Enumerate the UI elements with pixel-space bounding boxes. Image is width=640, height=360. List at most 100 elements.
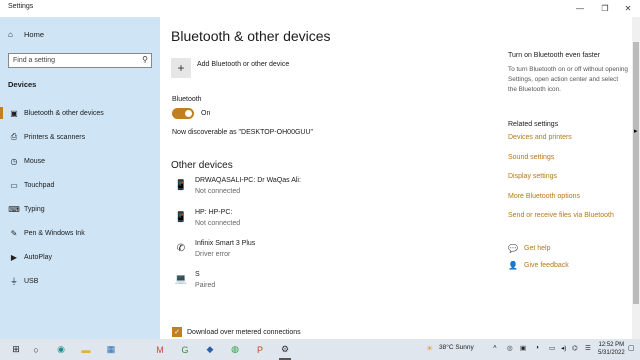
scrollbar[interactable] xyxy=(632,17,640,339)
taskbar: ⊞ ○ ◉ ▬ ▦ M G ◆ ◍ P ⚙ ☀ 38°C Sunny ˄ ◎ ▣ ◑ ▭ ◂) ⌬ … xyxy=(0,339,640,360)
phone-icon: 📱 xyxy=(174,180,188,191)
related-link[interactable]: Send or receive files via Bluetooth xyxy=(508,212,614,219)
sidebar-item-bluetooth-devices[interactable]: ▣ Bluetooth & other devices xyxy=(0,104,160,122)
help-icon: 💬 xyxy=(508,244,518,253)
settings-icon[interactable]: ⚙ xyxy=(277,342,293,360)
device-name: DRWAQASALI-PC: Dr WaQas Ali: xyxy=(195,177,301,184)
sidebar-item-touchpad[interactable]: ▭ Touchpad xyxy=(0,176,160,194)
toggle-knob xyxy=(185,110,192,117)
sidebar-item-label: Pen & Windows Ink xyxy=(24,229,85,237)
tray-app-icon[interactable]: ◑ xyxy=(535,344,539,351)
bluetooth-devices-icon: ▣ xyxy=(10,108,18,118)
device-item[interactable]: 📱 DRWAQASALI-PC: Dr WaQas Ali: Not connect… xyxy=(172,177,332,201)
related-link[interactable]: Devices and printers xyxy=(508,134,572,141)
related-link[interactable]: Display settings xyxy=(508,173,557,180)
device-status: Paired xyxy=(195,282,216,289)
get-help-label: Get help xyxy=(524,245,551,252)
mail-icon[interactable]: M xyxy=(152,342,168,357)
store-icon[interactable]: ▦ xyxy=(103,342,119,357)
autoplay-icon: ▶ xyxy=(10,252,18,262)
pen-icon: ✎ xyxy=(10,228,18,238)
tray-app-icon[interactable]: ▣ xyxy=(520,344,526,352)
maximize-button[interactable]: ❐ xyxy=(593,0,617,17)
metered-checkbox-row[interactable]: ✓ Download over metered connections xyxy=(172,327,301,337)
powerpoint-icon[interactable]: P xyxy=(252,342,268,357)
get-help-link[interactable]: 💬 Get help xyxy=(508,244,550,253)
settings-window: Settings — ❐ ✕ ⌂ Home Find a setting ⚲ D… xyxy=(0,0,640,339)
device-item[interactable]: 💻 S Paired xyxy=(172,271,332,295)
usb-icon: ⏚ xyxy=(10,276,18,286)
related-link[interactable]: Sound settings xyxy=(508,154,554,161)
device-name: HP: HP-PC: xyxy=(195,209,233,216)
sidebar-item-keyboard[interactable]: ⌨ Typing xyxy=(0,200,160,218)
phone-icon: 📱 xyxy=(174,212,188,223)
other-devices-heading: Other devices xyxy=(171,160,233,171)
tray-chevron-icon[interactable]: ˄ xyxy=(493,344,497,351)
add-device-button[interactable]: + xyxy=(171,58,191,78)
title-bar: Settings — ❐ ✕ xyxy=(0,0,640,17)
weather-icon: ☀ xyxy=(426,344,434,353)
sidebar-item-label: Touchpad xyxy=(24,181,55,189)
metered-label: Download over metered connections xyxy=(187,328,301,336)
sidebar-item-mouse[interactable]: ◷ Mouse xyxy=(0,152,160,170)
close-button[interactable]: ✕ xyxy=(616,0,640,17)
home-label: Home xyxy=(24,30,45,39)
mouse-icon: ◷ xyxy=(10,156,18,166)
bluetooth-state: On xyxy=(201,110,211,117)
weather-text[interactable]: 38°C Sunny xyxy=(439,344,474,351)
edge-icon[interactable]: ◉ xyxy=(53,342,69,357)
turn-on-description: To turn Bluetooth on or off without open… xyxy=(508,66,628,93)
language-icon[interactable]: ☰ xyxy=(585,344,591,352)
device-name: Infinix Smart 3 Plus xyxy=(195,240,256,247)
search-placeholder: Find a setting xyxy=(13,57,56,64)
sidebar-item-autoplay[interactable]: ▶ AutoPlay xyxy=(0,248,160,266)
give-feedback-link[interactable]: 👤 Give feedback xyxy=(508,261,569,270)
tray-app-icon[interactable]: ◎ xyxy=(507,344,513,352)
device-item[interactable]: ✆ Infinix Smart 3 Plus Driver error xyxy=(172,240,332,264)
search-icon[interactable]: ⚲ xyxy=(142,55,148,64)
clock-date: 5/31/2022 xyxy=(598,350,625,356)
feedback-icon: 👤 xyxy=(508,261,518,270)
home-link[interactable]: ⌂ Home xyxy=(8,30,44,39)
start-button[interactable]: ⊞ xyxy=(8,342,24,357)
minimize-button[interactable]: — xyxy=(568,0,592,17)
related-settings-heading: Related settings xyxy=(508,121,559,128)
notifications-icon[interactable]: ▢ xyxy=(628,344,635,352)
device-status: Not connected xyxy=(195,220,241,227)
battery-icon[interactable]: ▭ xyxy=(549,344,555,352)
search-input[interactable]: Find a setting ⚲ xyxy=(8,53,152,68)
volume-icon[interactable]: ◂) xyxy=(561,344,566,352)
related-link[interactable]: More Bluetooth options xyxy=(508,193,580,200)
mouse-cursor-icon: ▸ xyxy=(634,128,638,135)
clock[interactable]: 12:52 PM 5/31/2022 xyxy=(598,341,625,357)
app-icon[interactable]: ◆ xyxy=(202,342,218,357)
sidebar-item-pen[interactable]: ✎ Pen & Windows Ink xyxy=(0,224,160,242)
sidebar-item-label: Mouse xyxy=(24,157,46,165)
bluetooth-toggle[interactable] xyxy=(172,108,194,119)
chrome-icon[interactable]: G xyxy=(177,342,193,357)
laptop-icon: 💻 xyxy=(174,274,188,285)
search-button[interactable]: ○ xyxy=(28,342,44,357)
metered-checkbox[interactable]: ✓ xyxy=(172,327,182,337)
plus-icon: + xyxy=(177,61,185,75)
sidebar-item-label: USB xyxy=(24,277,39,285)
printer-icon: ⎙ xyxy=(10,132,18,141)
keyboard-icon: ⌨ xyxy=(8,204,20,214)
sidebar-item-label: AutoPlay xyxy=(24,253,53,261)
device-name: S xyxy=(195,271,200,278)
device-status: Not connected xyxy=(195,188,241,195)
sidebar: ⌂ Home Find a setting ⚲ Devices ▣ Bluetoo… xyxy=(0,17,160,339)
section-heading: Devices xyxy=(8,80,37,89)
sidebar-item-usb[interactable]: ⏚ USB xyxy=(0,272,160,290)
device-status: Driver error xyxy=(195,251,231,258)
home-icon: ⌂ xyxy=(8,30,13,39)
clock-time: 12:52 PM xyxy=(598,342,625,348)
device-item[interactable]: 📱 HP: HP-PC: Not connected xyxy=(172,209,332,233)
file-explorer-icon[interactable]: ▬ xyxy=(78,342,94,357)
scrollbar-thumb[interactable] xyxy=(633,42,639,304)
add-device-label[interactable]: Add Bluetooth or other device xyxy=(197,61,289,68)
sidebar-item-printer[interactable]: ⎙ Printers & scanners xyxy=(0,128,160,146)
network-icon[interactable]: ⌬ xyxy=(572,344,578,352)
whatsapp-icon[interactable]: ◍ xyxy=(227,342,243,357)
sidebar-item-label: Typing xyxy=(24,205,45,213)
